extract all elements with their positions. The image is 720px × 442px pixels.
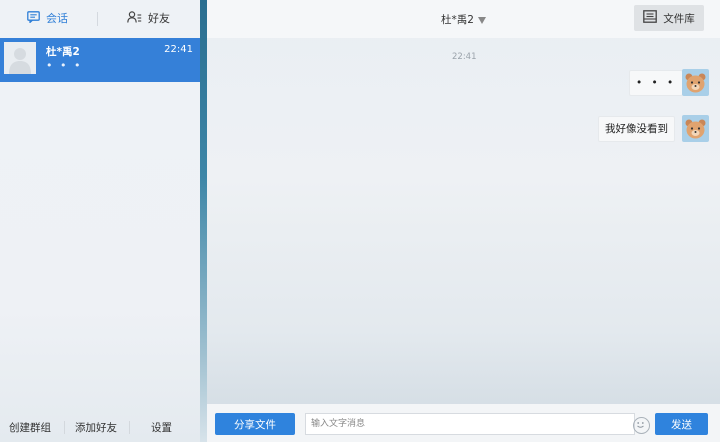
tab-divider <box>97 12 98 26</box>
chat-header: 杜*禹2 文件库 <box>207 0 720 38</box>
panel-splitter[interactable] <box>200 0 207 442</box>
file-library-button[interactable]: 文件库 <box>634 5 704 31</box>
avatar <box>682 115 709 142</box>
file-library-icon <box>643 10 658 26</box>
bear-avatar-icon <box>682 115 709 142</box>
tab-conversations-label: 会话 <box>46 12 68 25</box>
sidebar: 会话 好友 杜*禹2 22:41 • • • 创建群组 添加好友 设置 <box>0 0 200 442</box>
message-bubble: 我好像没看到 <box>598 116 675 142</box>
chat-icon <box>27 10 40 26</box>
emoji-icon[interactable] <box>633 417 650 434</box>
avatar <box>682 69 709 96</box>
tab-friends-label: 好友 <box>148 12 170 25</box>
tab-friends[interactable]: 好友 <box>127 9 170 27</box>
share-file-button[interactable]: 分享文件 <box>215 413 295 435</box>
sidebar-tabs: 会话 好友 <box>0 0 200 36</box>
divider <box>129 421 130 434</box>
bear-avatar-icon <box>682 69 709 96</box>
message-bubble: • • • <box>629 70 684 96</box>
chat-panel: 杜*禹2 文件库 22:41 • • • 我好像没看到 分享文件 发送 <box>207 0 720 442</box>
message-timestamp: 22:41 <box>452 52 477 62</box>
chat-title-dropdown[interactable]: 杜*禹2 <box>441 12 486 27</box>
create-group-button[interactable]: 创建群组 <box>9 420 51 435</box>
sidebar-bottom-bar: 创建群组 添加好友 设置 <box>0 408 200 442</box>
conversation-item[interactable]: 杜*禹2 22:41 • • • <box>0 38 200 82</box>
message-input-bar: 分享文件 发送 <box>207 404 720 442</box>
divider <box>64 421 65 434</box>
file-library-label: 文件库 <box>663 12 695 25</box>
settings-button[interactable]: 设置 <box>151 420 172 435</box>
avatar <box>4 42 36 74</box>
add-friend-button[interactable]: 添加好友 <box>75 420 117 435</box>
conversation-preview: • • • <box>46 59 83 72</box>
send-button[interactable]: 发送 <box>655 413 708 435</box>
message-input[interactable] <box>305 413 635 435</box>
conversation-time: 22:41 <box>164 44 193 55</box>
tab-conversations[interactable]: 会话 <box>27 9 68 27</box>
caret-down-icon <box>477 16 486 24</box>
chat-title: 杜*禹2 <box>441 14 474 26</box>
default-avatar-icon <box>4 42 36 74</box>
conversation-name: 杜*禹2 <box>46 46 80 58</box>
contacts-icon <box>127 10 142 26</box>
